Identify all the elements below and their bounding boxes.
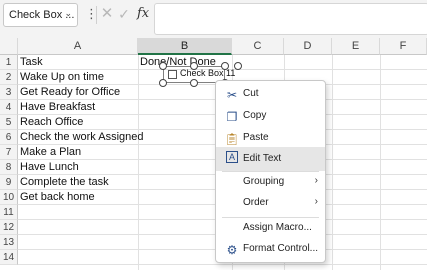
cell-a7[interactable]: Make a Plan	[18, 145, 81, 160]
cell-a8[interactable]: Have Lunch	[18, 160, 79, 175]
menu-item-copy[interactable]: ❐ Copy	[216, 106, 325, 128]
menu-item-label: Format Control...	[243, 243, 319, 254]
chevron-right-icon: ›	[314, 196, 318, 207]
resize-handle-bottom-left[interactable]	[159, 79, 167, 87]
menu-item-label: Paste	[243, 132, 269, 143]
divider	[96, 6, 97, 24]
scissors-icon: ✂	[226, 88, 238, 102]
row-header-9[interactable]: 9	[0, 175, 18, 190]
cancel-icon[interactable]: ✕	[100, 4, 114, 24]
formula-input[interactable]	[154, 3, 427, 35]
resize-handle-top-left[interactable]	[159, 62, 167, 70]
menu-item-assign-macro[interactable]: Assign Macro...	[216, 218, 325, 240]
menu-item-format-control[interactable]: ⚙ Format Control...	[216, 239, 325, 261]
formula-bar-area: Check Box ... ⌄ ⋮ ✕ ✓ fx	[0, 0, 427, 38]
row-header-12[interactable]: 12	[0, 220, 18, 235]
resize-handle-top-right[interactable]	[221, 62, 229, 70]
row-header-8[interactable]: 8	[0, 160, 18, 175]
more-options-icon[interactable]: ⋮	[85, 5, 98, 23]
cell-a4[interactable]: Have Breakfast	[18, 100, 95, 115]
resize-handle-bottom[interactable]	[190, 79, 198, 87]
cell-a9[interactable]: Complete the task	[18, 175, 109, 190]
row-header-11[interactable]: 11	[0, 205, 18, 220]
menu-item-label: Cut	[243, 88, 259, 99]
cell-a10[interactable]: Get back home	[18, 190, 95, 205]
cell-a3[interactable]: Get Ready for Office	[18, 85, 120, 100]
column-header-e[interactable]: E	[332, 38, 380, 55]
row-header-5[interactable]: 5	[0, 115, 18, 130]
row-header-7[interactable]: 7	[0, 145, 18, 160]
checkbox-label: Check Box 11	[180, 68, 236, 78]
row-header-2[interactable]: 2	[0, 70, 18, 85]
column-header-f[interactable]: F	[380, 38, 427, 55]
edit-text-icon: A	[226, 151, 238, 163]
copy-icon: ❐	[226, 110, 238, 124]
chevron-down-icon[interactable]: ⌄	[64, 8, 72, 19]
menu-item-label: Copy	[243, 110, 267, 121]
chevron-right-icon: ›	[314, 175, 318, 186]
row-header-13[interactable]: 13	[0, 235, 18, 250]
menu-item-label: Assign Macro...	[243, 222, 312, 233]
name-box[interactable]: Check Box ... ⌄	[3, 3, 78, 27]
row-header-6[interactable]: 6	[0, 130, 18, 145]
row-header-4[interactable]: 4	[0, 100, 18, 115]
format-control-icon: ⚙	[226, 243, 238, 257]
row-header-10[interactable]: 10	[0, 190, 18, 205]
cell-a2[interactable]: Wake Up on time	[18, 70, 104, 85]
menu-item-order[interactable]: Order ›	[216, 193, 325, 215]
menu-item-edit-text[interactable]: A Edit Text	[216, 147, 325, 171]
column-header-d[interactable]: D	[284, 38, 332, 55]
menu-item-grouping[interactable]: Grouping ›	[216, 172, 325, 194]
menu-item-label: Edit Text	[243, 153, 282, 164]
row-header-3[interactable]: 3	[0, 85, 18, 100]
row-header-1[interactable]: 1	[0, 55, 18, 70]
resize-handle-right[interactable]	[234, 62, 242, 70]
column-header-a[interactable]: A	[18, 38, 138, 55]
resize-handle-top[interactable]	[190, 62, 198, 70]
cell-a5[interactable]: Reach Office	[18, 115, 83, 130]
row-header-14[interactable]: 14	[0, 250, 18, 265]
menu-item-cut[interactable]: ✂ Cut	[216, 84, 325, 106]
cell-a6[interactable]: Check the work Assigned	[18, 130, 144, 145]
clipboard-icon: 📋︎	[224, 132, 240, 146]
enter-icon[interactable]: ✓	[117, 4, 131, 24]
cell-a1[interactable]: Task	[18, 55, 43, 70]
column-header-c[interactable]: C	[232, 38, 284, 55]
checkbox[interactable]	[168, 70, 177, 79]
insert-function-icon[interactable]: fx	[137, 4, 151, 24]
select-all-corner[interactable]	[0, 38, 18, 55]
menu-item-label: Grouping	[243, 176, 285, 187]
column-header-b[interactable]: B	[138, 38, 232, 55]
menu-item-label: Order	[243, 197, 269, 208]
context-menu: ✂ Cut ❐ Copy 📋︎ Paste A Edit Text Groupi…	[215, 80, 326, 263]
